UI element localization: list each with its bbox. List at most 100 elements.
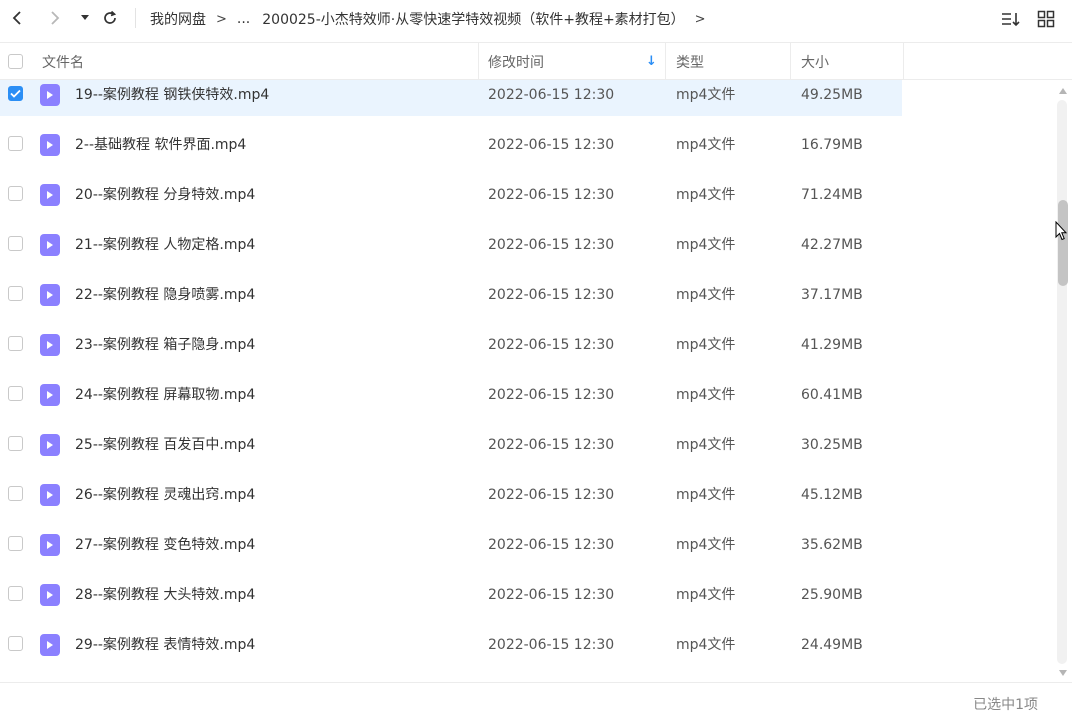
- column-header-type[interactable]: 类型: [676, 43, 704, 80]
- column-divider[interactable]: [478, 43, 479, 80]
- row-checkbox[interactable]: [8, 536, 23, 551]
- breadcrumb-separator: >: [216, 11, 227, 27]
- row-checkbox[interactable]: [8, 436, 23, 451]
- checkbox[interactable]: [8, 54, 23, 69]
- file-name[interactable]: 27--案例教程 变色特效.mp4: [75, 534, 255, 556]
- file-modified-time: 2022-06-15 12:30: [488, 637, 615, 653]
- file-name[interactable]: 2--基础教程 软件界面.mp4: [75, 134, 246, 156]
- row-checkbox[interactable]: [8, 486, 23, 501]
- toolbar-divider: [135, 8, 136, 28]
- file-row[interactable]: 22--案例教程 隐身喷雾.mp4 2022-06-15 12:30 mp4文件 37…: [0, 278, 902, 316]
- file-size: 37.17MB: [801, 287, 863, 303]
- file-row[interactable]: 28--案例教程 大头特效.mp4 2022-06-15 12:30 mp4文件 25…: [0, 578, 902, 616]
- file-row[interactable]: 26--案例教程 灵魂出窍.mp4 2022-06-15 12:30 mp4文件 45…: [0, 478, 902, 516]
- file-modified-time: 2022-06-15 12:30: [488, 237, 615, 253]
- file-row[interactable]: 19--案例教程 钢铁侠特效.mp4 2022-06-15 12:30 mp4文件 4…: [0, 80, 902, 116]
- file-list: 19--案例教程 钢铁侠特效.mp4 2022-06-15 12:30 mp4文件 4…: [0, 80, 1052, 680]
- file-list-header: 文件名 修改时间 ↓ 类型 大小: [0, 42, 1072, 80]
- file-type: mp4文件: [676, 87, 736, 103]
- row-checkbox[interactable]: [8, 286, 23, 301]
- sort-arrow-icon[interactable]: ↓: [646, 43, 657, 80]
- breadcrumb-current-folder[interactable]: 200025-小杰特效师·从零快速学特效视频（软件+教程+素材打包）: [262, 9, 684, 29]
- column-header-modified[interactable]: 修改时间: [488, 43, 544, 80]
- vertical-scrollbar[interactable]: [1056, 84, 1070, 680]
- file-modified-time: 2022-06-15 12:30: [488, 87, 615, 103]
- status-bar: 已选中1项: [0, 682, 1072, 719]
- file-modified-time: 2022-06-15 12:30: [488, 437, 615, 453]
- file-type: mp4文件: [676, 237, 736, 253]
- video-file-icon: [40, 234, 60, 256]
- file-row[interactable]: 24--案例教程 屏幕取物.mp4 2022-06-15 12:30 mp4文件 60…: [0, 378, 902, 416]
- file-size: 16.79MB: [801, 137, 863, 153]
- chevron-left-icon: [12, 11, 21, 25]
- file-name[interactable]: 21--案例教程 人物定格.mp4: [75, 234, 255, 256]
- column-header-name[interactable]: 文件名: [42, 43, 84, 80]
- select-all-checkbox[interactable]: [8, 43, 23, 80]
- video-file-icon: [40, 434, 60, 456]
- row-checkbox[interactable]: [8, 136, 23, 151]
- file-modified-time: 2022-06-15 12:30: [488, 287, 615, 303]
- file-name[interactable]: 19--案例教程 钢铁侠特效.mp4: [75, 84, 269, 106]
- file-row[interactable]: 27--案例教程 变色特效.mp4 2022-06-15 12:30 mp4文件 35…: [0, 528, 902, 566]
- file-type: mp4文件: [676, 637, 736, 653]
- file-row[interactable]: 20--案例教程 分身特效.mp4 2022-06-15 12:30 mp4文件 71…: [0, 178, 902, 216]
- file-type: mp4文件: [676, 487, 736, 503]
- column-divider[interactable]: [903, 43, 904, 80]
- file-type: mp4文件: [676, 287, 736, 303]
- sort-list-icon: [1002, 13, 1020, 27]
- back-button[interactable]: [6, 6, 28, 30]
- breadcrumb-ellipsis[interactable]: ...: [237, 11, 250, 27]
- file-modified-time: 2022-06-15 12:30: [488, 537, 615, 553]
- sort-button[interactable]: [1000, 8, 1022, 30]
- file-name[interactable]: 26--案例教程 灵魂出窍.mp4: [75, 484, 255, 506]
- scroll-down-arrow-icon[interactable]: [1059, 670, 1067, 676]
- video-file-icon: [40, 584, 60, 606]
- row-checkbox[interactable]: [8, 636, 23, 651]
- file-name[interactable]: 24--案例教程 屏幕取物.mp4: [75, 384, 255, 406]
- file-modified-time: 2022-06-15 12:30: [488, 337, 615, 353]
- file-modified-time: 2022-06-15 12:30: [488, 187, 615, 203]
- file-name[interactable]: 23--案例教程 箱子隐身.mp4: [75, 334, 255, 356]
- file-row[interactable]: 21--案例教程 人物定格.mp4 2022-06-15 12:30 mp4文件 42…: [0, 228, 902, 266]
- file-row[interactable]: 2--基础教程 软件界面.mp4 2022-06-15 12:30 mp4文件 16.…: [0, 128, 902, 166]
- file-modified-time: 2022-06-15 12:30: [488, 587, 615, 603]
- file-modified-time: 2022-06-15 12:30: [488, 137, 615, 153]
- scrollbar-thumb[interactable]: [1058, 200, 1068, 286]
- forward-button[interactable]: [44, 6, 66, 30]
- toolbar: 我的网盘 > ... 200025-小杰特效师·从零快速学特效视频（软件+教程+…: [0, 0, 1072, 36]
- file-size: 25.90MB: [801, 587, 863, 603]
- refresh-button[interactable]: [99, 6, 121, 30]
- row-checkbox[interactable]: [8, 236, 23, 251]
- file-name[interactable]: 28--案例教程 大头特效.mp4: [75, 584, 255, 606]
- column-divider[interactable]: [665, 43, 666, 80]
- row-checkbox[interactable]: [8, 186, 23, 201]
- breadcrumb-root[interactable]: 我的网盘: [150, 9, 206, 29]
- file-row[interactable]: 23--案例教程 箱子隐身.mp4 2022-06-15 12:30 mp4文件 41…: [0, 328, 902, 366]
- scroll-up-arrow-icon[interactable]: [1059, 88, 1067, 94]
- file-name[interactable]: 25--案例教程 百发百中.mp4: [75, 434, 255, 456]
- video-file-icon: [40, 484, 60, 506]
- refresh-icon: [104, 10, 117, 24]
- grid-view-button[interactable]: [1035, 8, 1057, 30]
- file-row[interactable]: 25--案例教程 百发百中.mp4 2022-06-15 12:30 mp4文件 30…: [0, 428, 902, 466]
- file-size: 41.29MB: [801, 337, 863, 353]
- column-divider[interactable]: [790, 43, 791, 80]
- file-size: 60.41MB: [801, 387, 863, 403]
- row-checkbox[interactable]: [8, 386, 23, 401]
- file-modified-time: 2022-06-15 12:30: [488, 387, 615, 403]
- row-checkbox[interactable]: [8, 86, 23, 101]
- file-name[interactable]: 29--案例教程 表情特效.mp4: [75, 634, 255, 656]
- file-name[interactable]: 22--案例教程 隐身喷雾.mp4: [75, 284, 255, 306]
- row-checkbox[interactable]: [8, 586, 23, 601]
- scrollbar-track[interactable]: [1057, 100, 1068, 664]
- file-size: 42.27MB: [801, 237, 863, 253]
- file-row[interactable]: 29--案例教程 表情特效.mp4 2022-06-15 12:30 mp4文件 24…: [0, 628, 902, 666]
- row-checkbox[interactable]: [8, 336, 23, 351]
- column-header-size[interactable]: 大小: [801, 43, 829, 80]
- selection-status: 已选中1项: [973, 697, 1038, 713]
- file-name[interactable]: 20--案例教程 分身特效.mp4: [75, 184, 255, 206]
- video-file-icon: [40, 384, 60, 406]
- caret-down-icon: [81, 15, 89, 20]
- file-type: mp4文件: [676, 387, 736, 403]
- history-dropdown-button[interactable]: [74, 6, 96, 30]
